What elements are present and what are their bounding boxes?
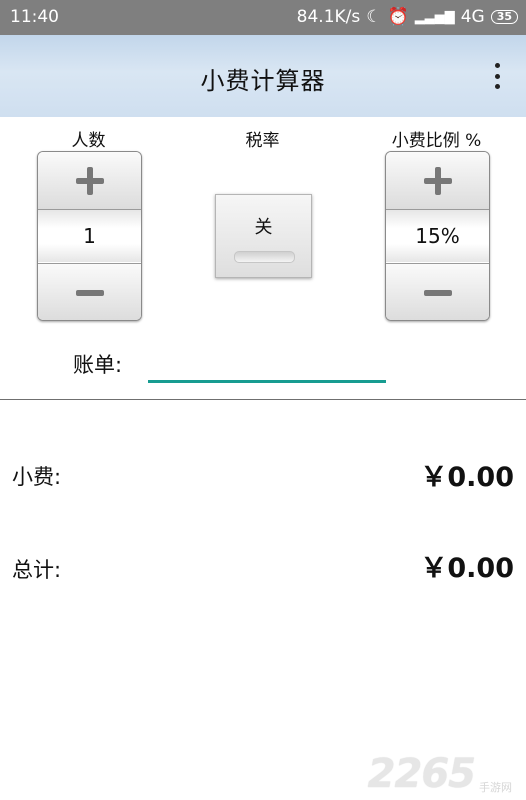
total-result-label: 总计: [12, 558, 62, 582]
people-value: 1 [38, 210, 141, 262]
status-time: 11:40 [10, 7, 59, 27]
battery-icon: 35 [490, 10, 518, 24]
status-icons: 84.1K/s ☾ ⏰ ▂▃▅▇ 4G 35 [297, 7, 518, 27]
people-label: 人数 [71, 131, 106, 151]
watermark-text: 手游网 [479, 781, 512, 794]
network-speed: 84.1K/s [296, 7, 361, 27]
status-bar: 11:40 84.1K/s ☾ ⏰ ▂▃▅▇ 4G 35 [0, 0, 526, 35]
tip-percent-label: 小费比例 % [391, 131, 482, 151]
tip-result-value: ￥0.00 [420, 462, 514, 493]
bill-label: 账单: [73, 353, 123, 377]
divider [0, 399, 526, 400]
tip-increment-button[interactable] [386, 152, 489, 210]
tax-toggle-text: 关 [254, 217, 273, 238]
people-increment-button[interactable] [38, 152, 141, 210]
watermark-logo: 2265 手游网 [368, 754, 512, 794]
toggle-indicator [234, 251, 295, 263]
signal-icon: ▂▃▅▇ [414, 9, 455, 25]
minus-icon [423, 289, 452, 296]
watermark-number: 2265 [367, 751, 476, 797]
moon-icon: ☾ [366, 7, 382, 27]
app-title: 小费计算器 [200, 67, 326, 95]
people-decrement-button[interactable] [38, 263, 141, 320]
tip-percent-stepper: 15% [385, 151, 490, 321]
tip-result-label: 小费: [12, 465, 62, 489]
tip-percent-value: 15% [386, 210, 489, 262]
bill-input[interactable] [148, 344, 386, 383]
alarm-icon: ⏰ [387, 7, 409, 27]
tax-toggle-button[interactable]: 关 [215, 194, 312, 278]
plus-icon [75, 166, 104, 195]
tax-label: 税率 [245, 131, 280, 151]
people-stepper: 1 [37, 151, 142, 321]
plus-icon [423, 166, 452, 195]
network-type: 4G [460, 7, 485, 27]
overflow-menu-icon[interactable] [494, 63, 500, 89]
total-result-value: ￥0.00 [420, 553, 514, 584]
app-bar: 小费计算器 [0, 35, 526, 117]
tip-decrement-button[interactable] [386, 263, 489, 320]
minus-icon [75, 289, 104, 296]
